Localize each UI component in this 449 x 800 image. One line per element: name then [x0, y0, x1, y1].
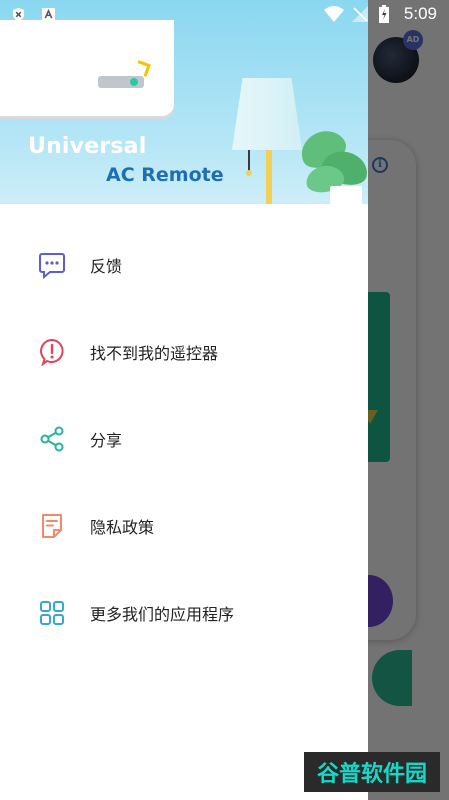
watermark: 谷普软件园: [304, 752, 440, 792]
ac-led: [130, 78, 138, 86]
shield-icon: [12, 8, 25, 21]
app-title-line2: AC Remote: [106, 164, 224, 186]
a-box-icon: [42, 8, 55, 21]
watermark-text: 谷普软件园: [316, 762, 427, 787]
plant-pot: [330, 186, 362, 204]
menu-item-more-apps[interactable]: 更多我们的应用程序: [0, 576, 368, 663]
battery-charging-icon: [379, 5, 389, 23]
no-signal-icon: [352, 6, 368, 22]
menu-item-feedback[interactable]: 反馈: [0, 228, 368, 315]
menu-label: 分享: [90, 431, 123, 450]
lamp-illustration: [232, 78, 302, 150]
policy-document-icon: [42, 514, 62, 538]
menu-label: 隐私政策: [90, 518, 155, 537]
alert-bubble-icon: [40, 338, 64, 366]
lamp-cord-knob: [246, 170, 252, 176]
grid-apps-icon: [40, 601, 64, 625]
lamp-pole: [266, 150, 272, 204]
app-title-line1: Universal: [28, 134, 147, 159]
menu-item-privacy-policy[interactable]: 隐私政策: [0, 489, 368, 576]
status-time: 5:09: [403, 4, 437, 23]
menu-label: 找不到我的遥控器: [90, 344, 219, 363]
feedback-icon: [39, 253, 65, 279]
drawer-header: Universal AC Remote: [0, 0, 368, 204]
share-icon: [40, 426, 64, 452]
lamp-cord: [248, 150, 250, 172]
menu-item-cant-find-remote[interactable]: 找不到我的遥控器: [0, 315, 368, 402]
menu-label: 更多我们的应用程序: [90, 605, 235, 624]
menu-label: 反馈: [90, 257, 123, 276]
menu-item-share[interactable]: 分享: [0, 402, 368, 489]
status-bar: 5:09: [0, 0, 449, 30]
drawer-menu: 反馈 找不到我的遥控器 分享 隐私政策 更多我们的应用程序: [0, 228, 368, 663]
wifi-icon: [324, 6, 344, 22]
navigation-drawer: Universal AC Remote 反馈 找不到我的遥控器 分享 隐私政策 …: [0, 0, 368, 800]
